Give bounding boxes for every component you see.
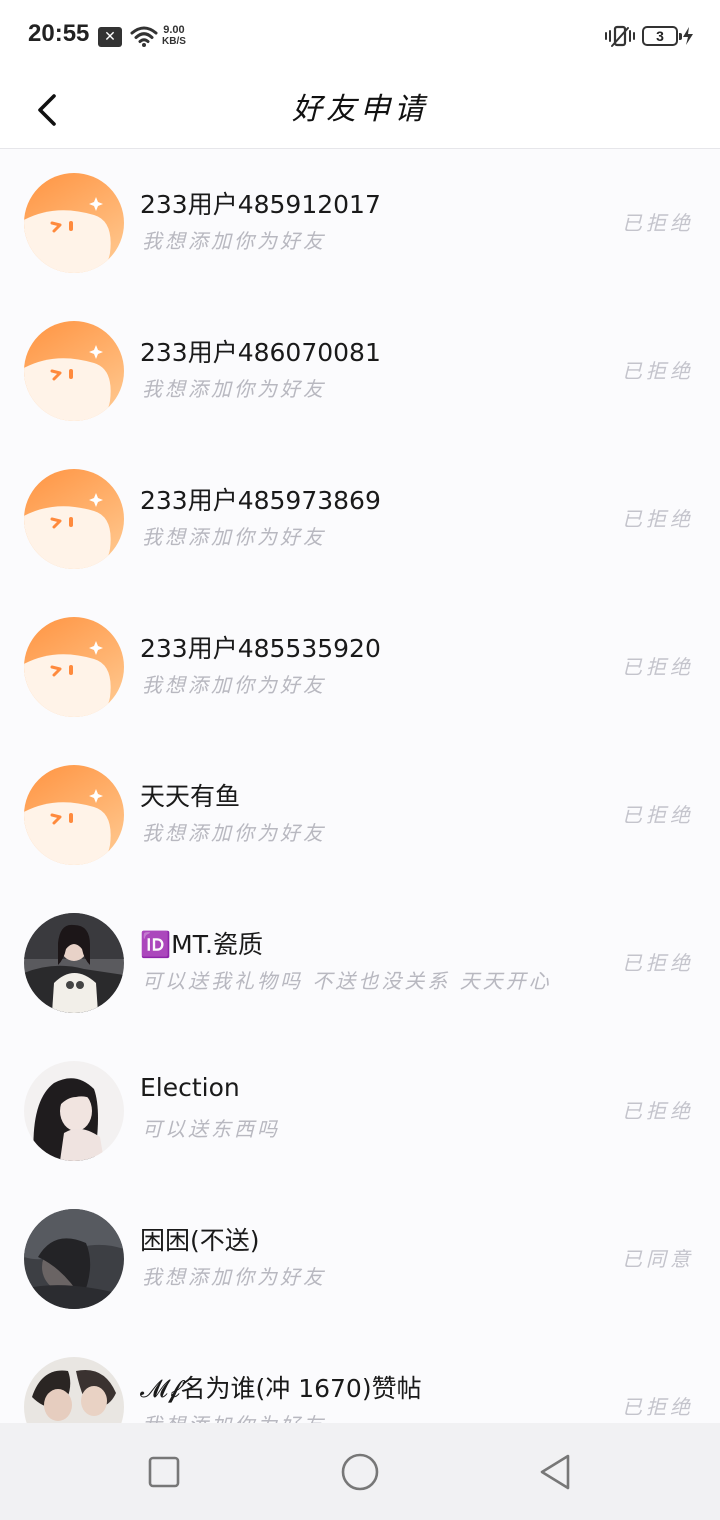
default-avatar-icon [24, 765, 124, 865]
friend-request-row[interactable]: 困困(不送) 我想添加你为好友 已同意 [0, 1185, 720, 1333]
friend-request-row[interactable]: 233用户486070081 我想添加你为好友 已拒绝 [0, 297, 720, 445]
battery-icon: 3 [642, 26, 682, 46]
avatar[interactable] [24, 617, 124, 717]
request-message: 我想添加你为好友 [142, 821, 326, 845]
notification-icon: ✕ [98, 27, 122, 47]
header: 好友申请 [0, 72, 720, 149]
requester-name: 🆔MT.瓷质 [140, 930, 263, 959]
wifi-icon [130, 26, 158, 47]
friend-request-row[interactable]: 233用户485912017 我想添加你为好友 已拒绝 [0, 149, 720, 297]
request-message: 我想添加你为好友 [142, 229, 326, 253]
charging-icon [683, 27, 693, 45]
user-photo-icon [24, 1061, 124, 1161]
user-photo-icon [24, 913, 124, 1013]
requester-name: 233用户485535920 [140, 634, 381, 663]
friend-request-row[interactable]: 天天有鱼 我想添加你为好友 已拒绝 [0, 741, 720, 889]
network-speed-value: 9.00 [163, 24, 185, 36]
requester-name: 233用户486070081 [140, 338, 381, 367]
friend-request-row[interactable]: Election 可以送东西吗 已拒绝 [0, 1037, 720, 1185]
default-avatar-icon [24, 469, 124, 569]
request-status: 已拒绝 [622, 507, 694, 531]
avatar[interactable] [24, 765, 124, 865]
request-message: 可以送我礼物吗 不送也没关系 天天开心 [142, 969, 552, 993]
requester-name: 困困(不送) [140, 1226, 260, 1255]
request-status: 已拒绝 [622, 803, 694, 827]
status-bar: 20:55 ✕ 9.00 KB/S 3 [0, 0, 720, 72]
friend-request-row[interactable]: 233用户485973869 我想添加你为好友 已拒绝 [0, 445, 720, 593]
request-message: 可以送东西吗 [142, 1117, 280, 1141]
avatar[interactable] [24, 1209, 124, 1309]
triangle-back-icon[interactable] [535, 1451, 577, 1493]
request-message: 我想添加你为好友 [142, 1409, 326, 1423]
circle-icon[interactable] [339, 1451, 381, 1493]
request-message: 我想添加你为好友 [142, 673, 326, 697]
requester-name: 233用户485973869 [140, 486, 381, 515]
request-status: 已同意 [622, 1247, 694, 1271]
request-message: 我想添加你为好友 [142, 1265, 326, 1289]
network-speed: 9.00 KB/S [162, 24, 186, 48]
request-status: 已拒绝 [622, 359, 694, 383]
avatar[interactable] [24, 1061, 124, 1161]
friend-request-row[interactable]: 🆔MT.瓷质 可以送我礼物吗 不送也没关系 天天开心 已拒绝 [0, 889, 720, 1037]
request-message: 我想添加你为好友 [142, 377, 326, 401]
system-nav-bar [0, 1423, 720, 1520]
requester-name: 𝓜𝓯名为谁(冲 1670)赞帖 [140, 1374, 422, 1403]
request-status: 已拒绝 [622, 951, 694, 975]
page-title: 好友申请 [292, 92, 428, 127]
friend-request-row[interactable]: 𝓜𝓯名为谁(冲 1670)赞帖 我想添加你为好友 已拒绝 [0, 1333, 720, 1423]
request-status: 已拒绝 [622, 1395, 694, 1419]
request-status: 已拒绝 [622, 1099, 694, 1123]
vibrate-icon [605, 25, 635, 47]
requester-name: Election [140, 1073, 240, 1102]
request-status: 已拒绝 [622, 211, 694, 235]
default-avatar-icon [24, 173, 124, 273]
default-avatar-icon [24, 617, 124, 717]
default-avatar-icon [24, 321, 124, 421]
requester-name: 233用户485912017 [140, 190, 381, 219]
avatar[interactable] [24, 321, 124, 421]
network-speed-unit: KB/S [162, 36, 186, 47]
avatar[interactable] [24, 1357, 124, 1423]
request-status: 已拒绝 [622, 655, 694, 679]
square-icon[interactable] [143, 1451, 185, 1493]
friend-request-list: 233用户485912017 我想添加你为好友 已拒绝 233用户4860700… [0, 149, 720, 1423]
requester-name: 天天有鱼 [140, 782, 241, 811]
status-time: 20:55 [28, 20, 90, 47]
request-message: 我想添加你为好友 [142, 525, 326, 549]
avatar[interactable] [24, 913, 124, 1013]
avatar[interactable] [24, 469, 124, 569]
user-photo-icon [24, 1209, 124, 1309]
friend-request-row[interactable]: 233用户485535920 我想添加你为好友 已拒绝 [0, 593, 720, 741]
user-photo-icon [24, 1357, 124, 1423]
avatar[interactable] [24, 173, 124, 273]
